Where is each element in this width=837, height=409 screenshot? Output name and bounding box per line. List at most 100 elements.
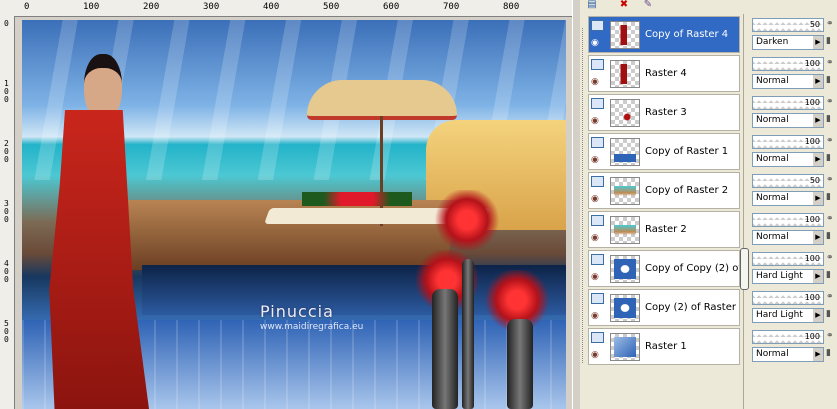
blend-mode-select[interactable]: Normal ▶ — [752, 191, 824, 206]
layer-type-icon[interactable] — [591, 176, 604, 187]
vase-arrangement — [412, 190, 566, 409]
layer-type-icon[interactable] — [591, 59, 604, 70]
delete-icon[interactable]: ✖ — [616, 0, 632, 10]
dropdown-arrow-icon[interactable]: ▶ — [813, 153, 823, 166]
layers-icon[interactable]: ▤ — [584, 0, 600, 10]
layer-props: 100 Normal ▶ ⚭ ▮ — [752, 94, 834, 131]
opacity-slider[interactable]: 100 — [752, 135, 824, 149]
dropdown-arrow-icon[interactable]: ▶ — [813, 270, 823, 283]
eye-icon[interactable]: ◉ — [591, 78, 604, 87]
blend-mode-select[interactable]: Normal ▶ — [752, 74, 824, 89]
eye-icon[interactable]: ◉ — [591, 117, 604, 126]
dropdown-arrow-icon[interactable]: ▶ — [813, 348, 823, 361]
blend-mode-select[interactable]: Normal ▶ — [752, 113, 824, 128]
dropdown-arrow-icon[interactable]: ▶ — [813, 114, 823, 127]
list-scroll-handle[interactable] — [740, 248, 749, 290]
ruler-label: 5 0 0 — [4, 319, 9, 344]
lock-icon[interactable]: ▮ — [826, 231, 836, 241]
eye-icon[interactable]: ◉ — [591, 195, 604, 204]
lock-icon[interactable]: ▮ — [826, 114, 836, 124]
opacity-slider[interactable]: 50 — [752, 174, 824, 188]
horizontal-ruler[interactable]: 0 100 200 300 400 500 600 700 800 — [0, 0, 572, 17]
layer-row[interactable]: ◉ Copy of Copy (2) of Ra — [588, 250, 740, 287]
eye-icon[interactable]: ◉ — [591, 312, 604, 321]
ruler-label: 0 — [24, 2, 30, 12]
dropdown-arrow-icon[interactable]: ▶ — [813, 231, 823, 244]
layer-thumbnail — [610, 21, 640, 49]
blend-mode-select[interactable]: Hard Light ▶ — [752, 269, 824, 284]
lock-icon[interactable]: ▮ — [826, 348, 836, 358]
blend-mode-select[interactable]: Normal ▶ — [752, 152, 824, 167]
blend-mode-select[interactable]: Darken ▶ — [752, 35, 824, 50]
ruler-label: 1 0 0 — [4, 79, 9, 104]
layer-type-icon[interactable] — [591, 293, 604, 304]
blend-mode-select[interactable]: Hard Light ▶ — [752, 308, 824, 323]
edit-icon[interactable]: ✎ — [640, 0, 656, 10]
ruler-label: 500 — [323, 2, 340, 12]
opacity-slider[interactable]: 100 — [752, 330, 824, 344]
eye-icon[interactable]: ◉ — [591, 351, 604, 360]
layer-type-icon[interactable] — [591, 332, 604, 343]
opacity-slider[interactable]: 50 — [752, 18, 824, 32]
layer-thumbnail — [610, 333, 640, 361]
dropdown-arrow-icon[interactable]: ▶ — [813, 192, 823, 205]
layer-thumbnail — [610, 177, 640, 205]
link-icon[interactable]: ⚭ — [826, 136, 836, 146]
lock-icon[interactable]: ▮ — [826, 75, 836, 85]
link-icon[interactable]: ⚭ — [826, 292, 836, 302]
opacity-slider[interactable]: 100 — [752, 252, 824, 266]
layer-row[interactable]: ◉ Copy of Raster 1 — [588, 133, 740, 170]
dropdown-arrow-icon[interactable]: ▶ — [813, 75, 823, 88]
opacity-slider[interactable]: 100 — [752, 57, 824, 71]
layer-props: 50 Darken ▶ ⚭ ▮ — [752, 16, 834, 53]
lock-icon[interactable]: ▮ — [826, 192, 836, 202]
link-icon[interactable]: ⚭ — [826, 331, 836, 341]
image-canvas[interactable]: Pinuccia www.maidiregrafica.eu — [22, 20, 566, 409]
opacity-slider[interactable]: 100 — [752, 291, 824, 305]
layer-type-icon[interactable] — [591, 98, 604, 109]
lock-icon[interactable]: ▮ — [826, 36, 836, 46]
link-icon[interactable]: ⚭ — [826, 97, 836, 107]
layer-type-icon[interactable] — [591, 20, 604, 31]
layer-row[interactable]: ◉ Copy (2) of Raster 1 — [588, 289, 740, 326]
layer-thumbnail — [610, 294, 640, 322]
blend-mode-select[interactable]: Normal ▶ — [752, 230, 824, 245]
link-icon[interactable]: ⚭ — [826, 19, 836, 29]
tree-connector — [582, 28, 584, 363]
layer-row[interactable]: ◉ Raster 4 — [588, 55, 740, 92]
layers-panel: ▤ ✖ ✎ ◉ Copy of Raster 4 ◉ Raster 4 ◉ Ra… — [580, 0, 837, 409]
blend-mode-value: Darken — [756, 37, 789, 47]
dropdown-arrow-icon[interactable]: ▶ — [813, 309, 823, 322]
opacity-slider[interactable]: 100 — [752, 213, 824, 227]
eye-icon[interactable]: ◉ — [591, 39, 604, 48]
opacity-slider[interactable]: 100 — [752, 96, 824, 110]
layer-properties: 50 Darken ▶ ⚭ ▮ 100 Normal ▶ ⚭ ▮ 100 Norma… — [750, 14, 837, 409]
layer-row[interactable]: ◉ Raster 2 — [588, 211, 740, 248]
eye-icon[interactable]: ◉ — [591, 273, 604, 282]
layer-type-icon[interactable] — [591, 254, 604, 265]
layer-row[interactable]: ◉ Raster 3 — [588, 94, 740, 131]
eye-icon[interactable]: ◉ — [591, 234, 604, 243]
link-icon[interactable]: ⚭ — [826, 214, 836, 224]
opacity-value: 100 — [804, 332, 820, 341]
lock-icon[interactable]: ▮ — [826, 270, 836, 280]
blend-mode-select[interactable]: Normal ▶ — [752, 347, 824, 362]
vertical-ruler[interactable]: 0 1 0 0 2 0 0 3 0 0 4 0 0 5 0 0 — [0, 16, 15, 409]
ruler-label: 2 0 0 — [4, 139, 9, 164]
dropdown-arrow-icon[interactable]: ▶ — [813, 36, 823, 49]
layer-row[interactable]: ◉ Copy of Raster 4 — [588, 16, 740, 53]
eye-icon[interactable]: ◉ — [591, 156, 604, 165]
link-icon[interactable]: ⚭ — [826, 253, 836, 263]
lock-icon[interactable]: ▮ — [826, 153, 836, 163]
layer-row[interactable]: ◉ Copy of Raster 2 — [588, 172, 740, 209]
lock-icon[interactable]: ▮ — [826, 309, 836, 319]
layer-type-icon[interactable] — [591, 215, 604, 226]
ruler-label: 200 — [143, 2, 160, 12]
link-icon[interactable]: ⚭ — [826, 58, 836, 68]
layer-name: Raster 2 — [645, 224, 687, 235]
layer-row[interactable]: ◉ Raster 1 — [588, 328, 740, 365]
opacity-value: 100 — [804, 215, 820, 224]
link-icon[interactable]: ⚭ — [826, 175, 836, 185]
layer-type-icon[interactable] — [591, 137, 604, 148]
layer-thumbnail — [610, 99, 640, 127]
